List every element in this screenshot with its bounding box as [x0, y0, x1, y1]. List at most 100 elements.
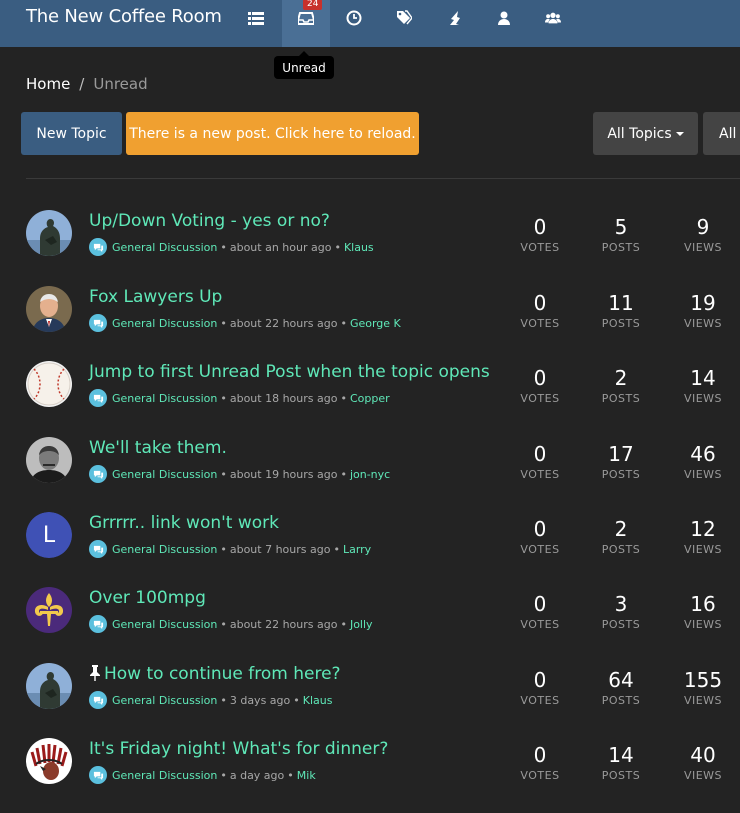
topic-row: How to continue from here? General Discu…	[0, 663, 740, 738]
inbox-icon	[298, 11, 314, 25]
topic-title[interactable]: How to continue from here?	[89, 664, 341, 684]
clock-icon	[346, 10, 362, 25]
posts-stat: 17 POSTS	[591, 441, 651, 481]
category-icon	[89, 238, 107, 256]
votes-label: VOTES	[520, 317, 560, 330]
all-filter-label: All	[719, 125, 737, 142]
nav-tags[interactable]	[380, 0, 428, 47]
category-link[interactable]: General Discussion	[112, 618, 217, 631]
avatar[interactable]	[26, 210, 72, 256]
views-stat: 40 VIEWS	[673, 742, 733, 782]
votes-count: 0	[533, 442, 547, 466]
votes-stat: 0 VOTES	[510, 667, 570, 707]
breadcrumb-home[interactable]: Home	[26, 75, 70, 93]
category-icon	[89, 540, 107, 558]
all-topics-dropdown[interactable]: All Topics	[593, 112, 698, 155]
site-title[interactable]: The New Coffee Room	[26, 6, 222, 27]
category-link[interactable]: General Discussion	[112, 543, 217, 556]
views-label: VIEWS	[683, 769, 723, 782]
pin-icon	[90, 665, 100, 681]
topic-time: about 7 hours ago	[229, 542, 331, 556]
views-count: 14	[690, 366, 716, 390]
avatar[interactable]	[26, 738, 72, 784]
topic-title[interactable]: We'll take them.	[89, 438, 227, 458]
nav-unread[interactable]: 24	[282, 0, 330, 47]
votes-stat: 0 VOTES	[510, 365, 570, 405]
avatar[interactable]	[26, 437, 72, 483]
topic-time: a day ago	[229, 768, 285, 782]
posts-count: 11	[608, 291, 634, 315]
category-link[interactable]: General Discussion	[112, 769, 217, 782]
topic-title[interactable]: Fox Lawyers Up	[89, 287, 222, 307]
top-navbar: The New Coffee Room 24	[0, 0, 740, 47]
votes-stat: 0 VOTES	[510, 516, 570, 556]
avatar[interactable]	[26, 587, 72, 633]
tags-icon	[397, 9, 412, 24]
fleur-de-lis-avatar-image	[26, 587, 72, 633]
author-link[interactable]: Klaus	[344, 241, 374, 254]
topic-meta: General Discussion • about an hour ago • Kla…	[89, 238, 374, 256]
posts-stat: 2 POSTS	[591, 516, 651, 556]
author-link[interactable]: Larry	[343, 543, 371, 556]
posts-label: POSTS	[601, 694, 641, 707]
author-link[interactable]: Mik	[297, 769, 316, 782]
topic-title[interactable]: It's Friday night! What's for dinner?	[89, 739, 388, 759]
votes-label: VOTES	[520, 392, 560, 405]
all-filter-dropdown[interactable]: All	[703, 112, 740, 155]
posts-label: POSTS	[601, 468, 641, 481]
views-stat: 16 VIEWS	[673, 591, 733, 631]
topic-meta: General Discussion • about 19 hours ago • jo…	[89, 465, 390, 483]
avatar[interactable]	[26, 663, 72, 709]
views-count: 19	[690, 291, 716, 315]
avatar[interactable]	[26, 361, 72, 407]
author-link[interactable]: jon-nyc	[350, 468, 390, 481]
posts-stat: 11 POSTS	[591, 290, 651, 330]
nav-groups[interactable]	[529, 0, 577, 47]
topic-title[interactable]: Grrrrr.. link won't work	[89, 513, 279, 533]
nav-users[interactable]	[480, 0, 528, 47]
topic-title[interactable]: Over 100mpg	[89, 588, 206, 608]
category-link[interactable]: General Discussion	[112, 694, 217, 707]
nav-categories[interactable]	[232, 0, 280, 47]
category-link[interactable]: General Discussion	[112, 468, 217, 481]
votes-stat: 0 VOTES	[510, 214, 570, 254]
nav-recent[interactable]	[330, 0, 378, 47]
topic-title[interactable]: Jump to first Unread Post when the topic…	[89, 362, 490, 382]
views-stat: 12 VIEWS	[673, 516, 733, 556]
votes-count: 0	[533, 743, 547, 767]
votes-label: VOTES	[520, 618, 560, 631]
posts-label: POSTS	[601, 317, 641, 330]
author-link[interactable]: George K	[350, 317, 401, 330]
category-link[interactable]: General Discussion	[112, 317, 217, 330]
views-label: VIEWS	[683, 241, 723, 254]
views-count: 46	[690, 442, 716, 466]
topic-meta: General Discussion • 3 days ago • Klaus	[89, 691, 332, 709]
posts-label: POSTS	[601, 241, 641, 254]
views-label: VIEWS	[683, 543, 723, 556]
posts-count: 14	[608, 743, 634, 767]
nav-popular[interactable]	[430, 0, 478, 47]
comments-icon	[93, 394, 103, 403]
all-topics-label: All Topics	[607, 125, 672, 142]
votes-count: 0	[533, 592, 547, 616]
comments-icon	[93, 771, 103, 780]
views-count: 16	[690, 592, 716, 616]
breadcrumb: Home / Unread	[26, 75, 148, 93]
views-count: 40	[690, 743, 716, 767]
topic-row: L Grrrrr.. link won't work General Discu…	[0, 512, 740, 587]
reload-notice-button[interactable]: There is a new post. Click here to reloa…	[126, 112, 419, 155]
avatar[interactable]	[26, 286, 72, 332]
new-topic-button[interactable]: New Topic	[21, 112, 122, 155]
author-link[interactable]: Jolly	[350, 618, 373, 631]
author-link[interactable]: Copper	[350, 392, 390, 405]
posts-count: 17	[608, 442, 634, 466]
views-stat: 14 VIEWS	[673, 365, 733, 405]
topic-title[interactable]: Up/Down Voting - yes or no?	[89, 211, 330, 231]
category-link[interactable]: General Discussion	[112, 241, 217, 254]
votes-stat: 0 VOTES	[510, 742, 570, 782]
topic-title-text: How to continue from here?	[104, 664, 341, 684]
votes-count: 0	[533, 668, 547, 692]
author-link[interactable]: Klaus	[303, 694, 333, 707]
avatar[interactable]: L	[26, 512, 72, 558]
category-link[interactable]: General Discussion	[112, 392, 217, 405]
